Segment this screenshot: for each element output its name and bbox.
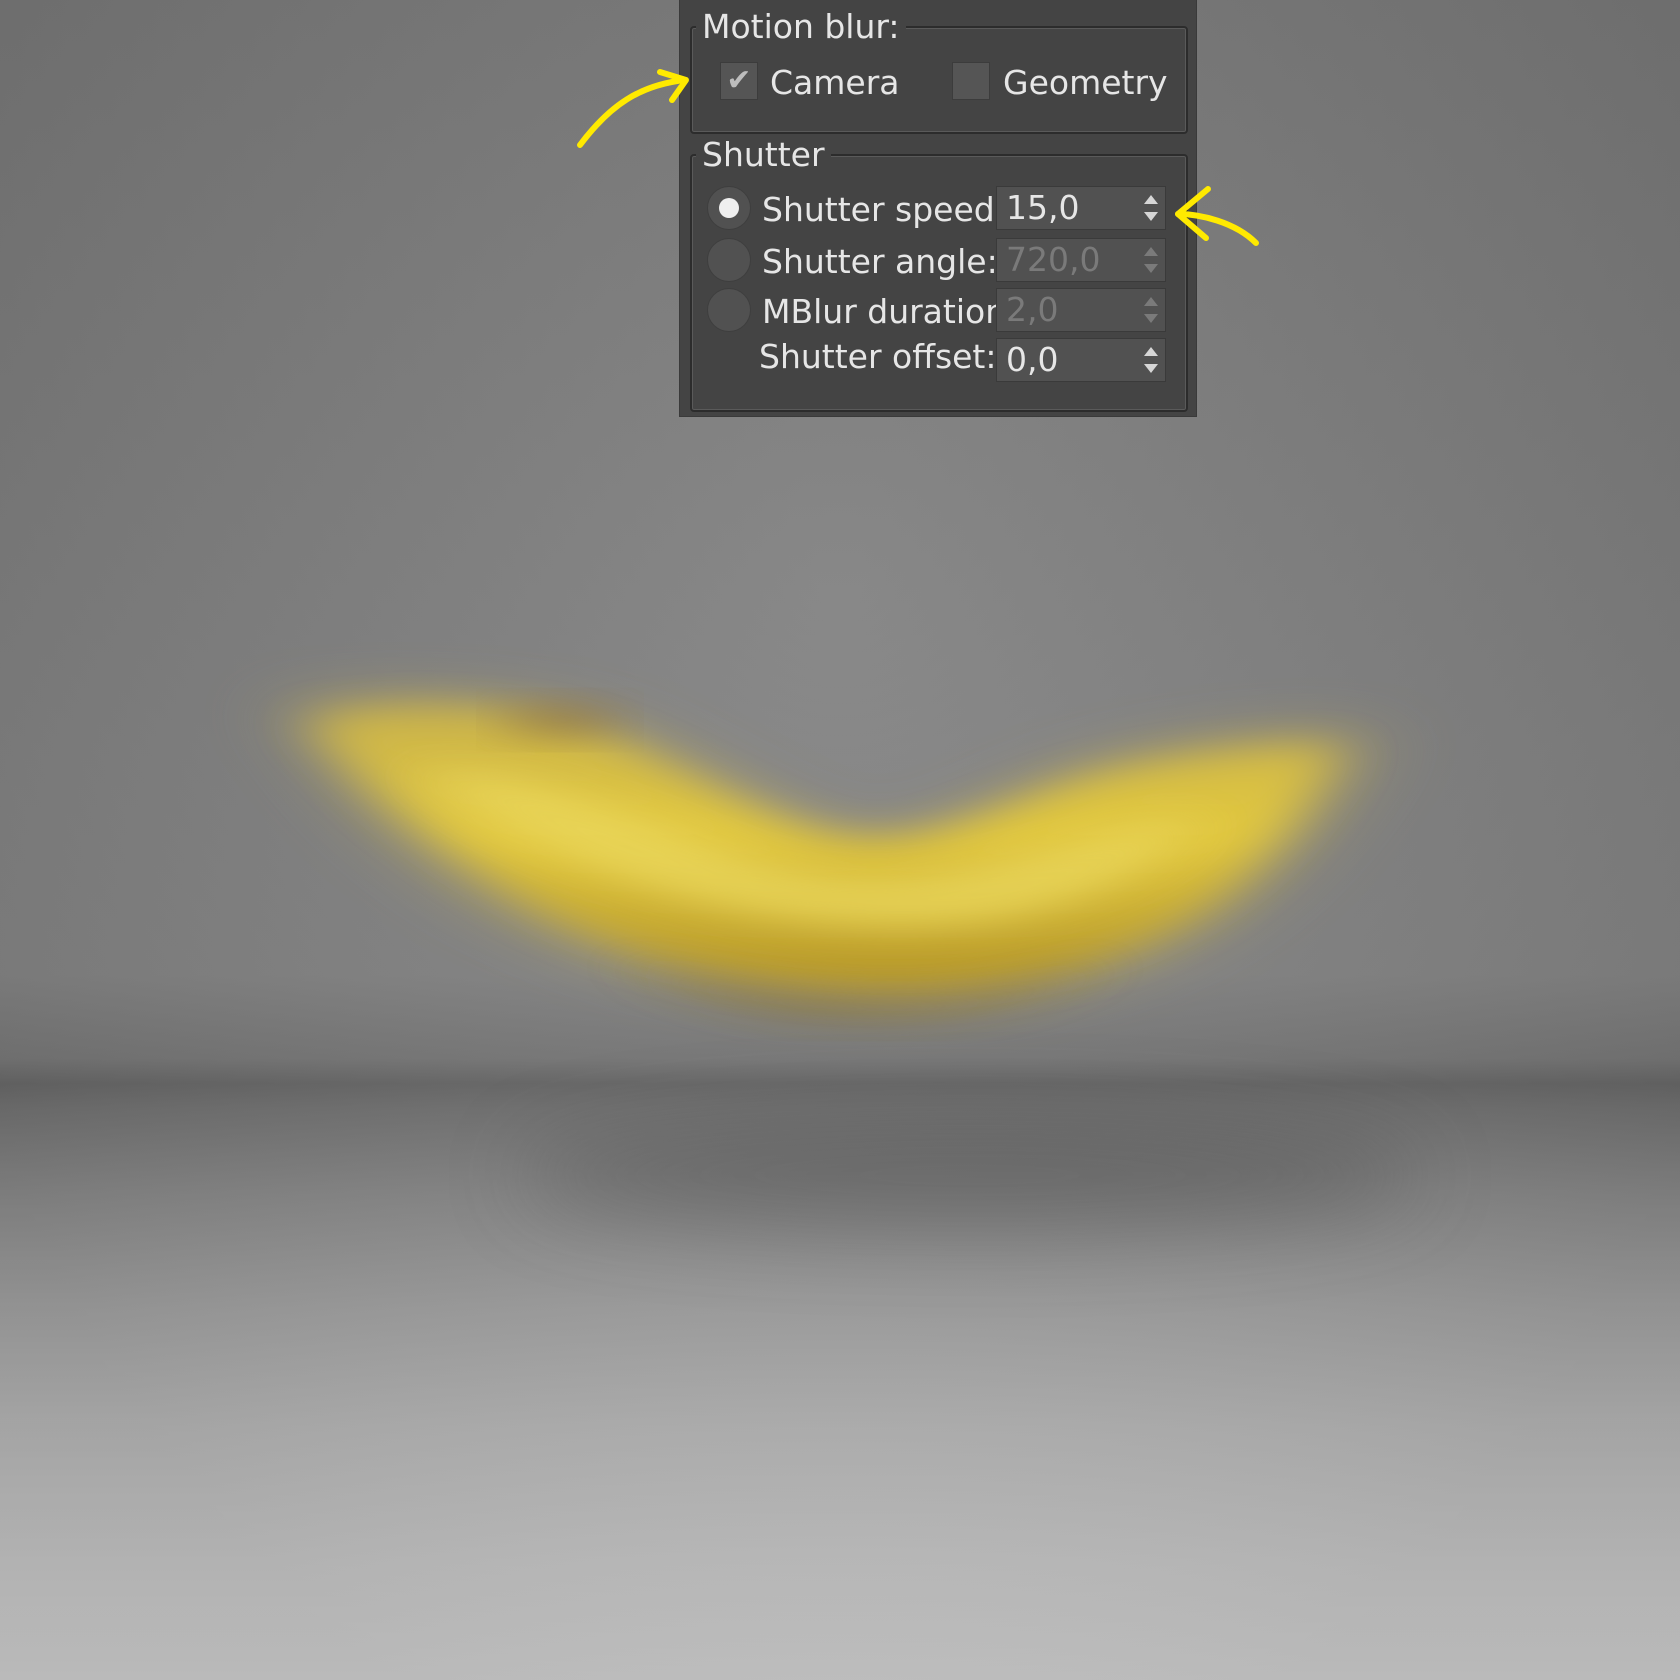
mblur-duration-radio[interactable] xyxy=(707,288,751,332)
shutter-angle-value: 720,0 xyxy=(1006,240,1101,279)
spinner-arrows-icon xyxy=(1143,295,1159,325)
shutter-offset-label: Shutter offset: xyxy=(759,337,997,376)
motion-blur-title: Motion blur: xyxy=(696,8,906,46)
shutter-title: Shutter xyxy=(696,136,831,174)
geometry-label[interactable]: Geometry xyxy=(1003,63,1168,103)
shutter-offset-spinner[interactable]: 0,0 xyxy=(996,338,1166,382)
spinner-arrows-icon[interactable] xyxy=(1143,345,1159,375)
shutter-angle-spinner: 720,0 xyxy=(996,238,1166,282)
shutter-speed-value[interactable]: 15,0 xyxy=(1006,187,1079,229)
shutter-offset-value[interactable]: 0,0 xyxy=(1006,339,1058,381)
mblur-duration-spinner: 2,0 xyxy=(996,288,1166,332)
spinner-arrows-icon[interactable] xyxy=(1143,193,1159,223)
camera-checkbox[interactable]: ✔ xyxy=(720,62,758,100)
shutter-speed-label: Shutter speed: xyxy=(762,190,1006,229)
geometry-checkbox[interactable] xyxy=(952,62,990,100)
spinner-arrows-icon xyxy=(1143,245,1159,275)
mblur-duration-label: MBlur duration: xyxy=(762,292,1018,331)
shutter-angle-radio[interactable] xyxy=(707,238,751,282)
mblur-duration-value: 2,0 xyxy=(1006,290,1059,329)
shutter-speed-radio[interactable] xyxy=(707,186,751,230)
motion-blur-settings-panel: Motion blur: ✔ Camera Geometry Shutter S… xyxy=(680,0,1196,416)
checkmark-icon: ✔ xyxy=(726,63,752,98)
shutter-speed-spinner[interactable]: 15,0 xyxy=(996,186,1166,230)
camera-label[interactable]: Camera xyxy=(770,63,900,103)
shutter-angle-label: Shutter angle: xyxy=(762,242,998,281)
